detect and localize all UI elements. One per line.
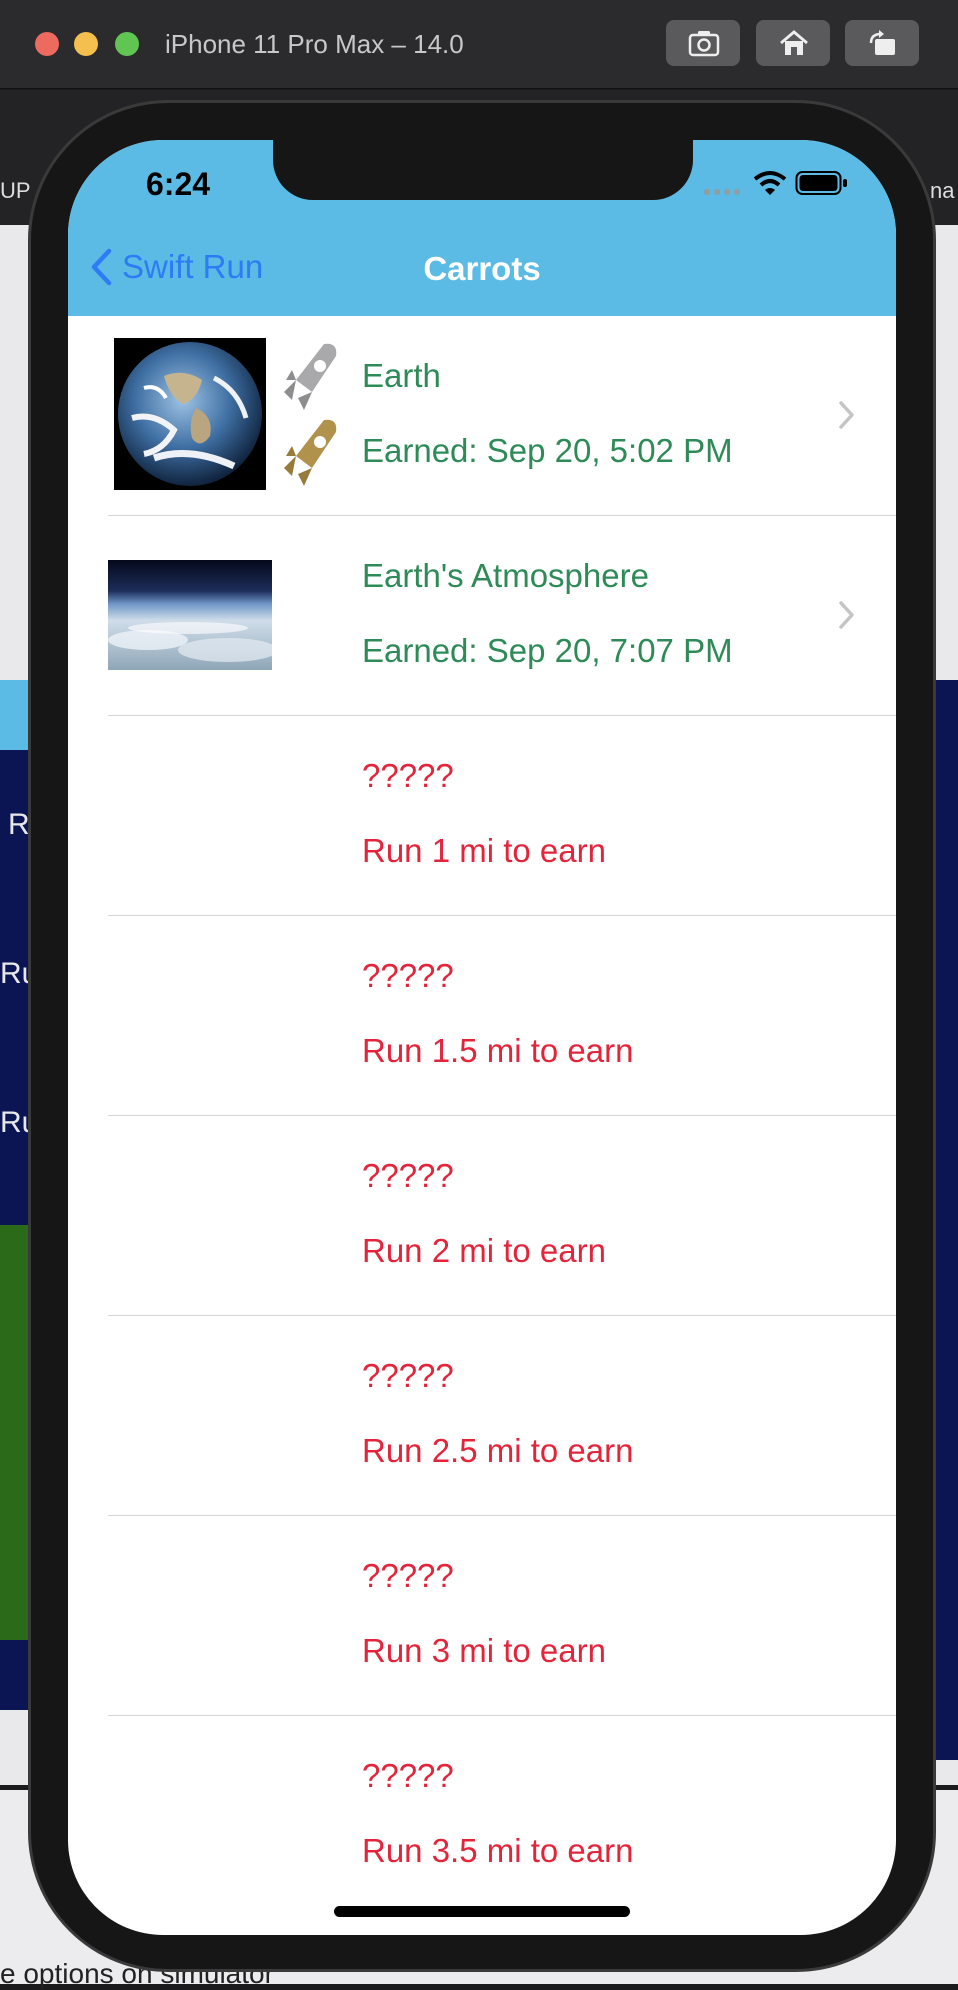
chevron-right-icon	[839, 601, 854, 629]
device-screen: 6:24 Swift Run Carrots Earth Earned: Sep…	[68, 140, 896, 1935]
rotate-button[interactable]	[845, 20, 919, 66]
background-text-right: na	[930, 178, 955, 203]
chevron-right-icon	[839, 401, 854, 429]
item-title: Earth	[362, 357, 441, 394]
item-subtitle: Run 2 mi to earn	[362, 1232, 606, 1269]
item-subtitle: Run 3.5 mi to earn	[362, 1832, 634, 1869]
list-item[interactable]: Earth Earned: Sep 20, 5:02 PM	[68, 316, 896, 516]
atmosphere-photo-icon	[108, 560, 272, 670]
device-notch	[273, 140, 693, 200]
home-button[interactable]	[756, 20, 830, 66]
close-window-button[interactable]	[35, 32, 59, 56]
list-item[interactable]: ????? Run 3 mi to earn	[68, 1516, 896, 1716]
carrot-list: Earth Earned: Sep 20, 5:02 PM Earth's At…	[68, 316, 896, 1916]
gold-rocket-icon	[278, 416, 340, 495]
screenshot-button[interactable]	[666, 20, 740, 66]
signal-icon	[703, 188, 741, 196]
rotate-icon	[869, 30, 895, 55]
item-title: ?????	[362, 1557, 454, 1594]
item-title: ?????	[362, 1157, 454, 1194]
simulator-title: iPhone 11 Pro Max – 14.0	[165, 29, 464, 59]
item-subtitle: Run 1.5 mi to earn	[362, 1032, 634, 1069]
zoom-window-button[interactable]	[115, 32, 139, 56]
item-subtitle: Earned: Sep 20, 5:02 PM	[362, 432, 733, 469]
item-title: Earth's Atmosphere	[362, 557, 649, 594]
item-subtitle: Run 3 mi to earn	[362, 1632, 606, 1669]
item-subtitle: Earned: Sep 20, 7:07 PM	[362, 632, 733, 669]
battery-icon	[795, 171, 847, 195]
item-title: ?????	[362, 1757, 454, 1794]
item-title: ?????	[362, 957, 454, 994]
list-item[interactable]: ????? Run 1 mi to earn	[68, 716, 896, 916]
item-title: ?????	[362, 757, 454, 794]
silver-rocket-icon	[278, 340, 340, 419]
item-subtitle: Run 1 mi to earn	[362, 832, 606, 869]
screenshot-icon	[688, 31, 720, 57]
item-title: ?????	[362, 1357, 454, 1394]
page-title: Carrots	[423, 250, 541, 287]
minimize-window-button[interactable]	[74, 32, 98, 56]
list-item[interactable]: ????? Run 3.5 mi to earn	[68, 1716, 896, 1916]
earth-photo-icon	[114, 338, 266, 490]
home-icon	[780, 30, 808, 55]
background-letter: R	[8, 808, 30, 841]
wifi-icon	[753, 171, 787, 195]
home-indicator[interactable]	[334, 1906, 630, 1917]
item-subtitle: Run 2.5 mi to earn	[362, 1432, 634, 1469]
list-item[interactable]: Earth's Atmosphere Earned: Sep 20, 7:07 …	[68, 516, 896, 716]
simulator-titlebar: iPhone 11 Pro Max – 14.0	[0, 0, 958, 89]
list-item[interactable]: ????? Run 1.5 mi to earn	[68, 916, 896, 1116]
list-item[interactable]: ????? Run 2 mi to earn	[68, 1116, 896, 1316]
background-text-left: UP	[0, 178, 31, 203]
status-time: 6:24	[146, 166, 211, 202]
list-item[interactable]: ????? Run 2.5 mi to earn	[68, 1316, 896, 1516]
